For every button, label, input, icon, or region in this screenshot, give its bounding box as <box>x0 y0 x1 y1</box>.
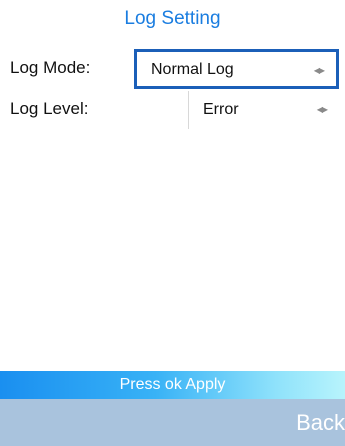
log-mode-label: Log Mode: <box>10 58 91 77</box>
softkey-bar: Back <box>0 399 345 446</box>
page-title: Log Setting <box>124 8 221 29</box>
apply-hint-bar: Press ok Apply <box>0 371 345 399</box>
log-level-select[interactable]: Error ◀▶ <box>188 91 339 129</box>
back-button[interactable]: Back <box>296 399 345 446</box>
log-level-value: Error <box>203 101 239 118</box>
log-level-label: Log Level: <box>10 99 89 118</box>
left-right-arrows-icon: ◀▶ <box>316 105 328 114</box>
left-right-arrows-icon: ◀▶ <box>313 66 325 75</box>
log-mode-value: Normal Log <box>151 61 234 78</box>
log-mode-select[interactable]: Normal Log ◀▶ <box>134 49 339 89</box>
